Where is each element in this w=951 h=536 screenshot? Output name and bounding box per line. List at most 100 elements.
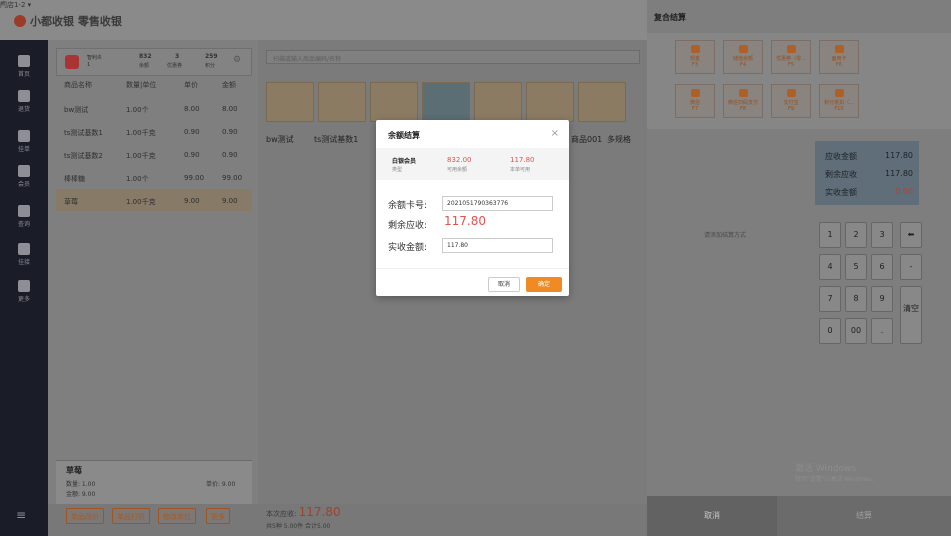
keypad-key[interactable]: 清空 [900, 286, 922, 344]
nav-item-3[interactable]: 会员 [0, 165, 48, 188]
more-button[interactable]: 更多 [206, 508, 230, 524]
detail-qty: 数量: 1.00 [66, 481, 96, 488]
table-row[interactable]: bw测试 1.00个 8.00 8.00 [56, 97, 252, 119]
nav-item-5[interactable]: 挂接 [0, 243, 48, 266]
pay-method-key: F3 [691, 62, 699, 68]
keypad-key[interactable]: - [900, 254, 922, 280]
member-card[interactable]: 智利炎 1 832 余额 3 优惠券 259 积分 ⚙ [56, 48, 252, 76]
product-tile[interactable] [474, 82, 522, 122]
keypad-key[interactable]: 00 [845, 318, 867, 344]
product-tile[interactable] [422, 82, 470, 122]
avatar [65, 55, 79, 69]
item-amount: 0.90 [222, 151, 238, 159]
keypad-key[interactable]: 7 [819, 286, 841, 312]
mode-label: 零售收银 [77, 15, 122, 28]
product-name[interactable]: ts测试基数1 [314, 134, 358, 145]
paid-value: 0.00 [895, 187, 913, 196]
product-tile[interactable] [370, 82, 418, 122]
nav-item-6[interactable]: 更多 [0, 280, 48, 303]
settings-icon[interactable]: ⚙ [233, 55, 241, 65]
product-tile[interactable] [266, 82, 314, 122]
logo-icon [14, 15, 26, 27]
item-price: 9.00 [184, 197, 200, 205]
summary-value: 117.80 [885, 169, 913, 178]
return-icon [18, 90, 30, 102]
keypad-key[interactable]: 5 [845, 254, 867, 280]
keypad-key[interactable]: 2 [845, 222, 867, 248]
product-tile[interactable] [578, 82, 626, 122]
pay-method-7[interactable]: 积分抵扣（... F10 [819, 84, 859, 118]
product-tile[interactable] [526, 82, 574, 122]
chevron-down-icon: ▾ [27, 1, 32, 9]
nav-item-0[interactable]: 首页 [0, 55, 48, 78]
product-name[interactable]: 多规格 [607, 134, 631, 145]
nav-item-4[interactable]: 查询 [0, 205, 48, 228]
pay-method-4[interactable]: 微信 F7 [675, 84, 715, 118]
keypad-key[interactable]: . [871, 318, 893, 344]
pay-method-label: 微信扫码支付 [727, 100, 758, 106]
pay-method-2[interactable]: 优惠券（零... F5 [771, 40, 811, 74]
card-number-input[interactable]: 2021051790363776 [442, 196, 553, 211]
yen-icon [690, 45, 700, 53]
due-label: 剩余应收: [388, 221, 428, 231]
keypad-key[interactable]: ⬅ [900, 222, 922, 248]
keypad-key[interactable]: 8 [845, 286, 867, 312]
wallet-icon [738, 45, 748, 53]
pay-method-1[interactable]: 储值余额 F4 [723, 40, 763, 74]
pay-method-5[interactable]: 微信扫码支付 F8 [723, 84, 763, 118]
member-balance-label: 余额 [139, 63, 150, 69]
keypad-key[interactable]: 4 [819, 254, 841, 280]
total-due-label: 本次应收: [266, 510, 297, 518]
pay-method-label: 优惠券（零... [776, 56, 806, 62]
scan-icon [738, 89, 748, 97]
pay-method-key: F6 [835, 62, 843, 68]
divider [376, 268, 569, 269]
keypad-key[interactable]: 0 [819, 318, 841, 344]
settle-button[interactable]: 结算 [777, 496, 951, 536]
pay-method-label: 面用卡 [831, 56, 847, 62]
pay-method-key: F5 [787, 62, 795, 68]
keypad-key[interactable]: 9 [871, 286, 893, 312]
paid-amount-input[interactable]: 117.80 [442, 238, 553, 253]
pay-method-0[interactable]: 现金 F3 [675, 40, 715, 74]
item-price: 99.00 [184, 174, 205, 182]
product-tile[interactable] [318, 82, 366, 122]
dialog-confirm-button[interactable]: 确定 [526, 277, 562, 292]
cashbox-icon [18, 243, 30, 255]
total-due: 本次应收: 117.80 [266, 505, 341, 519]
keypad-key[interactable]: 3 [871, 222, 893, 248]
windows-watermark: 激活 Windows 转到"设置"以激活 Windows。 [795, 461, 877, 483]
nav-item-1[interactable]: 退货 [0, 90, 48, 113]
product-name[interactable]: bw测试 [266, 134, 294, 145]
add-method-hint: 请添加结算方式 [704, 232, 747, 239]
table-row[interactable]: 棒棒糖 1.00个 99.00 99.00 [56, 166, 252, 188]
pay-method-label: 积分抵扣（... [824, 100, 854, 106]
nav-item-2[interactable]: 挂单 [0, 130, 48, 153]
close-icon[interactable]: × [551, 128, 559, 139]
search-input[interactable]: 扫描或输入商品编码/名称 [266, 50, 640, 64]
table-row[interactable]: ts测试基数1 1.00千克 0.90 0.90 [56, 120, 252, 142]
pay-method-key: F9 [787, 106, 795, 112]
keypad-key[interactable]: 1 [819, 222, 841, 248]
table-row[interactable]: 草莓 1.00千克 9.00 9.00 [56, 189, 252, 211]
settlement-summary: 应收金额 117.80 剩余应收 117.80 实收金额 0.00 [815, 141, 919, 205]
col-qty: 数量|单位 [126, 81, 157, 89]
pay-method-6[interactable]: 支付宝 F9 [771, 84, 811, 118]
total-summary: 共5种 5.00件 合计5.00 [266, 523, 331, 530]
nav-label: 挂接 [17, 259, 30, 266]
order-available: 117.80 [510, 156, 535, 164]
item-price: 0.90 [184, 151, 200, 159]
item-qty: 1.00千克 [126, 152, 156, 160]
discount-button[interactable]: 单品打折 [112, 508, 150, 524]
cancel-button[interactable]: 取消 [647, 496, 777, 536]
product-name[interactable]: 商品001 [571, 134, 602, 145]
dialog-cancel-button[interactable]: 取消 [488, 277, 520, 292]
keypad-key[interactable]: 6 [871, 254, 893, 280]
change-price-button[interactable]: 单品改价 [66, 508, 104, 524]
col-amount: 金额 [222, 81, 236, 89]
table-row[interactable]: ts测试基数2 1.00千克 0.90 0.90 [56, 143, 252, 165]
change-unit-button[interactable]: 修改单位 [158, 508, 196, 524]
menu-icon[interactable]: ≡ [16, 508, 26, 522]
pay-method-3[interactable]: 面用卡 F6 [819, 40, 859, 74]
nav-label: 挂单 [17, 146, 30, 153]
